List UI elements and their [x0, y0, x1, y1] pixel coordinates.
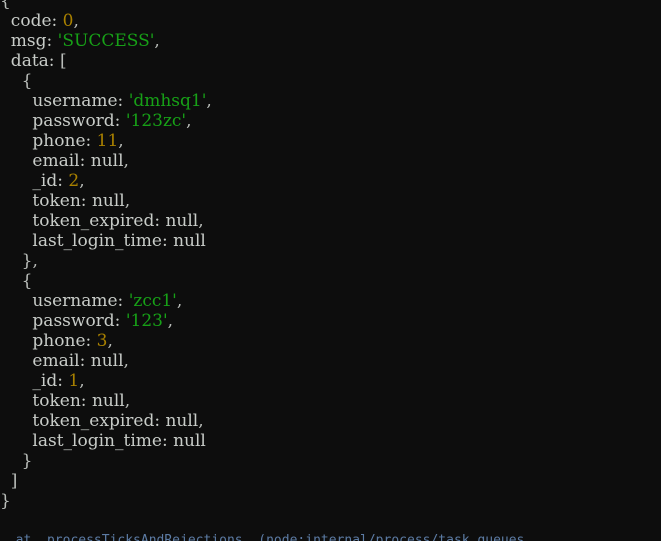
- code-line: last_login_time: null: [0, 431, 661, 451]
- code-token-brace: }: [0, 251, 33, 271]
- code-token-punc: ,: [154, 31, 160, 51]
- code-token-nul: null: [91, 191, 125, 211]
- code-token-brace: }: [0, 451, 33, 471]
- code-token-key: _id:: [0, 371, 69, 391]
- code-token-punc: ,: [79, 171, 85, 191]
- code-line: username: 'dmhsq1',: [0, 91, 661, 111]
- code-line: token: null,: [0, 391, 661, 411]
- code-token-punc: ,: [198, 211, 204, 231]
- code-token-key: last_login_time:: [0, 231, 174, 251]
- code-token-punc: ,: [118, 131, 124, 151]
- code-token-key: code:: [0, 11, 63, 31]
- code-line: }: [0, 491, 661, 511]
- code-token-nul: null: [90, 151, 124, 171]
- code-token-num: 11: [96, 131, 119, 151]
- code-line: {: [0, 71, 661, 91]
- code-token-key: last_login_time:: [0, 431, 174, 451]
- code-token-nul: null: [173, 431, 206, 451]
- code-line: {: [0, 271, 661, 291]
- code-token-str: '123': [125, 311, 168, 331]
- code-token-punc: ,: [186, 111, 192, 131]
- code-line: ]: [0, 471, 661, 491]
- code-token-key: token_expired:: [0, 411, 166, 431]
- code-token-key: password:: [0, 111, 126, 131]
- code-token-nul: null: [165, 411, 199, 431]
- code-token-key: token:: [0, 391, 92, 411]
- code-line: username: 'zcc1',: [0, 291, 661, 311]
- code-token-punc: ,: [107, 331, 113, 351]
- code-token-str: 'SUCCESS': [57, 31, 155, 51]
- code-token-punc: ,: [124, 391, 131, 411]
- code-line: last_login_time: null: [0, 231, 661, 251]
- code-token-key: token:: [0, 191, 92, 211]
- code-token-brace: {: [0, 71, 33, 91]
- code-token-key: email:: [0, 351, 91, 371]
- code-token-str: 'dmhsq1': [128, 91, 207, 111]
- code-token-num: 0: [62, 11, 74, 31]
- code-line: password: '123',: [0, 311, 661, 331]
- code-token-str: '123zc': [125, 111, 187, 131]
- json-response-body: { code: 0, msg: 'SUCCESS', data: [ { use…: [0, 0, 661, 511]
- code-line: password: '123zc',: [0, 111, 661, 131]
- code-line: {: [0, 0, 661, 11]
- code-token-num: 3: [96, 331, 108, 351]
- code-token-key: token_expired:: [0, 211, 166, 231]
- code-token-key: password:: [0, 311, 126, 331]
- code-line: token_expired: null,: [0, 211, 661, 231]
- code-token-punc: ,: [206, 91, 212, 111]
- code-token-key: data:: [0, 51, 60, 71]
- code-token-brace: [: [59, 51, 67, 71]
- code-line: email: null,: [0, 351, 661, 371]
- code-line: },: [0, 251, 661, 271]
- code-token-punc: ,: [123, 151, 129, 171]
- code-token-num: 2: [68, 171, 80, 191]
- code-token-brace: ]: [0, 471, 18, 491]
- code-token-punc: ,: [123, 351, 129, 371]
- code-token-punc: ,: [167, 311, 174, 331]
- code-line: code: 0,: [0, 11, 661, 31]
- code-line: data: [: [0, 51, 661, 71]
- code-token-punc: ,: [198, 411, 204, 431]
- code-line: phone: 11,: [0, 131, 661, 151]
- code-token-brace: {: [0, 0, 11, 11]
- code-token-punc: ,: [124, 191, 131, 211]
- code-token-key: phone:: [0, 331, 97, 351]
- code-token-nul: null: [173, 231, 206, 251]
- code-token-punc: ,: [32, 251, 38, 271]
- clipped-bottom-line-text: at processTicksAndRejections (node:inter…: [0, 533, 525, 541]
- code-line: token_expired: null,: [0, 411, 661, 431]
- code-token-str: 'zcc1': [128, 291, 177, 311]
- code-line: token: null,: [0, 191, 661, 211]
- code-token-punc: ,: [73, 11, 79, 31]
- code-line: _id: 1,: [0, 371, 661, 391]
- code-line: _id: 2,: [0, 171, 661, 191]
- code-token-punc: ,: [79, 371, 85, 391]
- code-token-key: msg:: [0, 31, 58, 51]
- code-token-brace: {: [0, 271, 33, 291]
- code-line: msg: 'SUCCESS',: [0, 31, 661, 51]
- code-token-nul: null: [165, 211, 199, 231]
- code-token-nul: null: [90, 351, 124, 371]
- code-line: email: null,: [0, 151, 661, 171]
- code-line: phone: 3,: [0, 331, 661, 351]
- code-token-key: username:: [0, 91, 129, 111]
- code-token-key: phone:: [0, 131, 97, 151]
- code-token-brace: }: [0, 491, 11, 511]
- code-token-punc: ,: [176, 291, 183, 311]
- code-token-key: _id:: [0, 171, 69, 191]
- code-token-num: 1: [68, 371, 80, 391]
- clipped-bottom-line: at processTicksAndRejections (node:inter…: [0, 533, 661, 541]
- code-line: }: [0, 451, 661, 471]
- code-token-key: username:: [0, 291, 129, 311]
- code-token-nul: null: [91, 391, 125, 411]
- terminal-output-pane[interactable]: { code: 0, msg: 'SUCCESS', data: [ { use…: [0, 0, 661, 541]
- code-token-key: email:: [0, 151, 91, 171]
